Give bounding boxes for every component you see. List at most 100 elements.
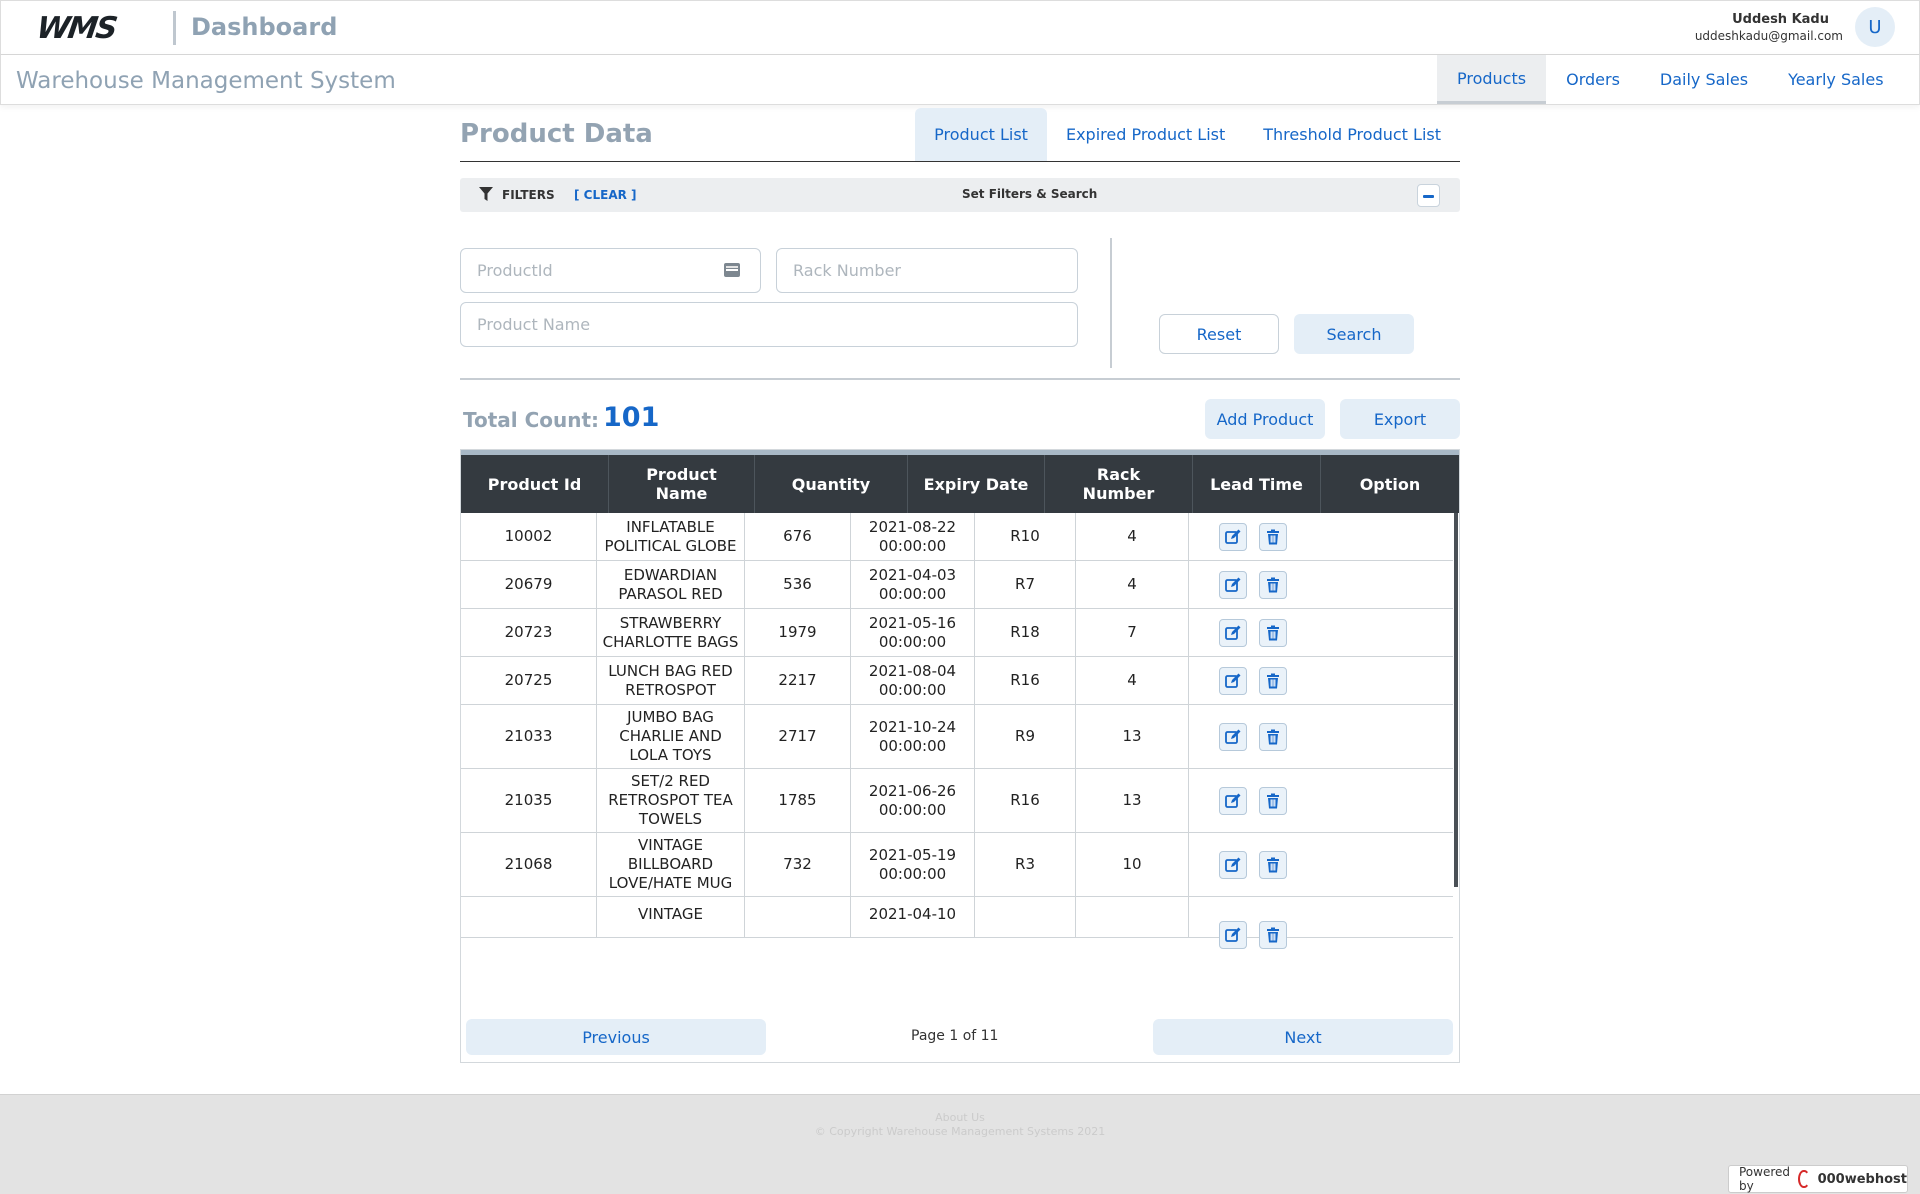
section-divider [460, 378, 1460, 380]
trash-icon [1267, 625, 1279, 640]
clear-filters-link[interactable]: [ CLEAR ] [574, 188, 637, 202]
edit-button[interactable] [1219, 666, 1247, 695]
set-filters-label: Set Filters & Search [962, 187, 1098, 201]
edit-icon [1225, 729, 1241, 744]
cell-quantity: 2717 [745, 705, 851, 768]
col-rack-number[interactable]: Rack Number [1045, 455, 1193, 513]
trash-icon [1267, 793, 1279, 808]
cell-product-name: INFLATABLE POLITICAL GLOBE [597, 513, 745, 560]
cell-product-name: STRAWBERRY CHARLOTTE BAGS [597, 609, 745, 656]
product-id-input[interactable]: ProductId [460, 248, 761, 293]
powered-by-label: Powered by [1739, 1165, 1791, 1193]
total-count-value: 101 [603, 402, 660, 433]
delete-button[interactable] [1259, 786, 1287, 815]
edit-button[interactable] [1219, 921, 1247, 949]
nav-tab-daily-sales[interactable]: Daily Sales [1640, 55, 1768, 104]
collapse-filters-button[interactable] [1417, 184, 1440, 207]
nav-tab-orders[interactable]: Orders [1546, 55, 1640, 104]
table-row: 20725 LUNCH BAG RED RETROSPOT 2217 2021-08-… [461, 657, 1453, 705]
cell-option [1189, 897, 1317, 949]
table-row: 20723 STRAWBERRY CHARLOTTE BAGS 1979 2021-0… [461, 609, 1453, 657]
nav-tab-products[interactable]: Products [1437, 55, 1547, 104]
main-content: Product Data Product List Expired Produc… [460, 105, 1460, 1063]
previous-button[interactable]: Previous [466, 1019, 766, 1055]
cell-rack-number [975, 897, 1076, 937]
product-id-placeholder: ProductId [477, 261, 553, 280]
col-product-id[interactable]: Product Id [461, 455, 609, 513]
top-header: WMS Dashboard Uddesh Kadu uddeshkadu@gma… [0, 0, 1920, 55]
edit-icon [1225, 673, 1241, 688]
edit-button[interactable] [1219, 570, 1247, 599]
cell-product-id: 20725 [461, 657, 597, 704]
delete-button[interactable] [1259, 666, 1287, 695]
powered-by-badge[interactable]: Powered by 000webhost [1728, 1165, 1908, 1193]
cell-quantity: 536 [745, 561, 851, 608]
cell-rack-number: R18 [975, 609, 1076, 656]
delete-button[interactable] [1259, 570, 1287, 599]
cell-quantity: 2217 [745, 657, 851, 704]
search-button[interactable]: Search [1294, 314, 1414, 354]
copyright-text: © Copyright Warehouse Management Systems… [814, 1125, 1106, 1138]
nav-tab-yearly-sales[interactable]: Yearly Sales [1768, 55, 1903, 104]
trash-icon [1267, 577, 1279, 592]
user-avatar[interactable]: U [1855, 7, 1895, 47]
cell-rack-number: R16 [975, 657, 1076, 704]
tab-threshold-product-list[interactable]: Threshold Product List [1244, 108, 1460, 161]
edit-button[interactable] [1219, 722, 1247, 751]
cell-option [1189, 769, 1317, 832]
cell-rack-number: R16 [975, 769, 1076, 832]
tab-product-list[interactable]: Product List [915, 108, 1047, 161]
edit-button[interactable] [1219, 618, 1247, 647]
cell-product-id: 20723 [461, 609, 597, 656]
total-count-label: Total Count: [463, 408, 600, 432]
wms-logo[interactable]: WMS [34, 11, 117, 46]
rack-number-input[interactable]: Rack Number [776, 248, 1078, 293]
delete-button[interactable] [1259, 921, 1287, 949]
delete-button[interactable] [1259, 618, 1287, 647]
table-row: 21033 JUMBO BAG CHARLIE AND LOLA TOYS 2717… [461, 705, 1453, 769]
next-button[interactable]: Next [1153, 1019, 1453, 1055]
product-name-input[interactable]: Product Name [460, 302, 1078, 347]
cell-quantity [745, 897, 851, 937]
trash-icon [1267, 529, 1279, 544]
cell-option [1189, 561, 1317, 608]
cell-option [1189, 513, 1317, 560]
cell-product-id: 20679 [461, 561, 597, 608]
cell-option [1189, 609, 1317, 656]
add-product-button[interactable]: Add Product [1205, 399, 1325, 439]
edit-button[interactable] [1219, 522, 1247, 551]
input-picker-icon[interactable] [724, 263, 740, 277]
cell-product-name: VINTAGE [597, 897, 745, 937]
col-expiry-date[interactable]: Expiry Date [908, 455, 1045, 513]
col-lead-time[interactable]: Lead Time [1193, 455, 1321, 513]
edit-icon [1225, 577, 1241, 592]
filter-divider [1110, 238, 1112, 368]
page-title: Product Data [460, 119, 653, 149]
cell-lead-time: 4 [1076, 561, 1189, 608]
delete-button[interactable] [1259, 522, 1287, 551]
product-data-header: Product Data Product List Expired Produc… [460, 105, 1460, 162]
cell-lead-time: 10 [1076, 833, 1189, 896]
col-product-name[interactable]: Product Name [609, 455, 755, 513]
cell-lead-time: 4 [1076, 513, 1189, 560]
product-table: Product Id Product Name Quantity Expiry … [460, 449, 1460, 1063]
cell-quantity: 1979 [745, 609, 851, 656]
cell-product-id: 21035 [461, 769, 597, 832]
tab-expired-product-list[interactable]: Expired Product List [1047, 108, 1244, 161]
edit-icon [1225, 927, 1241, 942]
reset-button[interactable]: Reset [1159, 314, 1279, 354]
filter-icon [479, 187, 493, 201]
webhost-logo-icon [1798, 1170, 1810, 1188]
edit-button[interactable] [1219, 850, 1247, 879]
export-button[interactable]: Export [1340, 399, 1460, 439]
table-scrollbar[interactable] [1454, 513, 1458, 887]
cell-rack-number: R3 [975, 833, 1076, 896]
edit-button[interactable] [1219, 786, 1247, 815]
cell-lead-time [1076, 897, 1189, 937]
col-quantity[interactable]: Quantity [755, 455, 908, 513]
about-us-link[interactable]: About Us [0, 1111, 1920, 1124]
delete-button[interactable] [1259, 722, 1287, 751]
cell-quantity: 732 [745, 833, 851, 896]
delete-button[interactable] [1259, 850, 1287, 879]
cell-product-name: SET/2 RED RETROSPOT TEA TOWELS [597, 769, 745, 832]
